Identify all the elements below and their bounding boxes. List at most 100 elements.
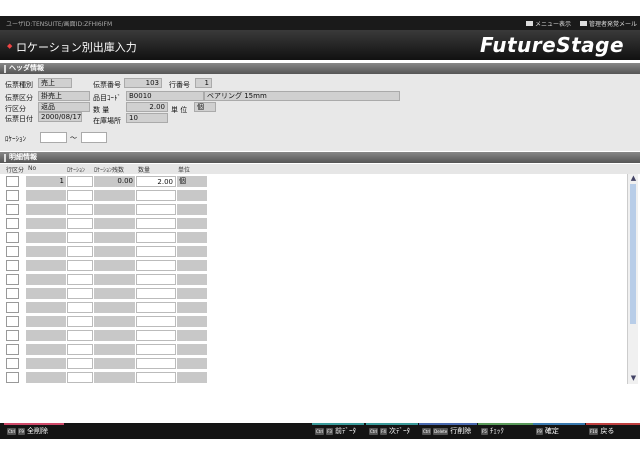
location-remaining-cell	[94, 260, 135, 271]
grid-scrollbar[interactable]: ▲ ▼	[627, 174, 638, 384]
quantity-input[interactable]	[136, 246, 176, 257]
location-remaining-cell	[94, 204, 135, 215]
line-kubun-checkbox[interactable]	[6, 316, 19, 327]
fkey-cap: F4	[380, 427, 387, 435]
row-no-cell	[26, 316, 66, 327]
warehouse-label: 在庫場所	[93, 117, 121, 125]
quantity-input[interactable]	[136, 288, 176, 299]
detail-grid: 1 0.00 2.00 個	[0, 174, 627, 384]
location-to-input[interactable]	[81, 132, 107, 143]
location-input[interactable]	[67, 274, 93, 285]
fkey-button-1[interactable]: Ctrl F3 前ﾃﾞｰﾀ	[312, 423, 364, 439]
quantity-input[interactable]: 2.00	[136, 176, 176, 187]
menu-display-link[interactable]: メニュー表示	[526, 19, 571, 28]
scroll-down-icon[interactable]: ▼	[629, 374, 638, 382]
menu-display-label: メニュー表示	[535, 21, 572, 28]
fkey-cap: Ctrl	[422, 427, 432, 435]
line-kubun-checkbox[interactable]	[6, 246, 19, 257]
line-no-value: 1	[195, 78, 212, 88]
line-kubun-checkbox[interactable]	[6, 372, 19, 383]
line-kubun-checkbox[interactable]	[6, 260, 19, 271]
scroll-up-icon[interactable]: ▲	[629, 174, 638, 182]
location-input[interactable]	[67, 288, 93, 299]
fkey-button-3[interactable]: Ctrl Delete 行削除	[419, 423, 477, 439]
header-section-title: ヘッダ情報	[9, 64, 44, 72]
quantity-input[interactable]	[136, 260, 176, 271]
location-input[interactable]	[67, 316, 93, 327]
table-row	[0, 216, 627, 230]
admin-mail-label: 管理者発覚メール	[589, 21, 638, 28]
fkey-label: 次ﾃﾞｰﾀ	[388, 427, 410, 435]
item-code-label: 品目ｺｰﾄﾞ	[93, 94, 121, 102]
quantity-input[interactable]	[136, 302, 176, 313]
location-input[interactable]	[67, 204, 93, 215]
quantity-value: 2.00	[126, 102, 168, 112]
location-input[interactable]	[67, 232, 93, 243]
fkey-button-5[interactable]: F9 確定	[533, 423, 585, 439]
unit-cell	[177, 274, 207, 285]
quantity-input[interactable]	[136, 330, 176, 341]
location-input[interactable]	[67, 344, 93, 355]
fkey-button-0[interactable]: Ctrl F9 全削除	[4, 423, 64, 439]
location-input[interactable]	[67, 358, 93, 369]
fkey-cap: F10	[589, 427, 599, 435]
location-input[interactable]	[67, 176, 93, 187]
fkey-cap: F9	[536, 427, 543, 435]
line-kubun-checkbox[interactable]	[6, 190, 19, 201]
quantity-input[interactable]	[136, 344, 176, 355]
quantity-input[interactable]	[136, 372, 176, 383]
fkey-cap: F3	[326, 427, 333, 435]
header-form: 伝票種別 売上 伝票番号 103 行番号 1 伝票区分 掛売上 品目ｺｰﾄﾞ B…	[0, 74, 640, 151]
unit-cell	[177, 316, 207, 327]
quantity-input[interactable]	[136, 316, 176, 327]
location-input[interactable]	[67, 302, 93, 313]
line-kubun-checkbox[interactable]	[6, 358, 19, 369]
quantity-input[interactable]	[136, 358, 176, 369]
location-remaining-cell	[94, 288, 135, 299]
line-kubun-checkbox[interactable]	[6, 330, 19, 341]
fkey-button-2[interactable]: Ctrl F4 次ﾃﾞｰﾀ	[366, 423, 418, 439]
quantity-input[interactable]	[136, 232, 176, 243]
location-input[interactable]	[67, 260, 93, 271]
table-row	[0, 356, 627, 370]
quantity-input[interactable]	[136, 274, 176, 285]
location-input[interactable]	[67, 372, 93, 383]
line-kubun-checkbox[interactable]	[6, 344, 19, 355]
section-marker-icon	[4, 153, 6, 162]
fkey-button-6[interactable]: F10 戻る	[586, 423, 640, 439]
location-input[interactable]	[67, 246, 93, 257]
quantity-input[interactable]	[136, 218, 176, 229]
section-marker-icon	[4, 64, 6, 73]
location-remaining-cell	[94, 190, 135, 201]
unit-cell	[177, 330, 207, 341]
admin-mail-link[interactable]: 管理者発覚メール	[580, 19, 637, 28]
col-header-unit: 単位	[178, 167, 191, 174]
location-from-input[interactable]	[40, 132, 67, 143]
quantity-input[interactable]	[136, 204, 176, 215]
table-row	[0, 202, 627, 216]
line-kubun-checkbox[interactable]	[6, 176, 19, 187]
line-kubun-checkbox[interactable]	[6, 204, 19, 215]
col-header-location-remaining: ﾛｹｰｼｮﾝ残数	[94, 167, 125, 174]
quantity-input[interactable]	[136, 190, 176, 201]
fkey-button-4[interactable]: F5 ﾁｪｯｸ	[478, 423, 534, 439]
unit-value: 個	[194, 102, 216, 112]
location-input[interactable]	[67, 190, 93, 201]
row-no-cell	[26, 344, 66, 355]
row-no-cell	[26, 302, 66, 313]
line-kubun-checkbox[interactable]	[6, 274, 19, 285]
line-kubun-checkbox[interactable]	[6, 218, 19, 229]
scroll-thumb[interactable]	[630, 184, 636, 324]
line-kubun-checkbox[interactable]	[6, 232, 19, 243]
line-kubun-checkbox[interactable]	[6, 288, 19, 299]
fkey-label: 戻る	[600, 427, 615, 435]
row-no-cell: 1	[26, 176, 66, 187]
location-input[interactable]	[67, 330, 93, 341]
line-kubun-checkbox[interactable]	[6, 302, 19, 313]
denpyo-date-label: 伝票日付	[5, 115, 33, 123]
row-no-cell	[26, 218, 66, 229]
location-input[interactable]	[67, 218, 93, 229]
screen-header: ◆ ロケーション別出庫入力 FutureStage	[0, 30, 640, 60]
unit-cell	[177, 344, 207, 355]
fkey-accent-line	[419, 423, 477, 425]
